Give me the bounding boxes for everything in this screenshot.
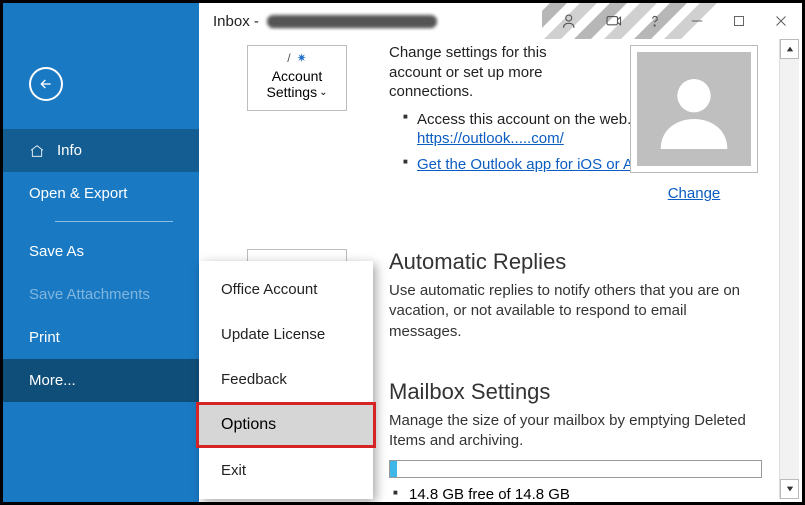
sidebar-item-label: Print — [29, 329, 60, 346]
scroll-down-button[interactable] — [780, 479, 799, 499]
mailbox-settings-heading: Mailbox Settings — [389, 379, 762, 405]
titlebar: Inbox - — [3, 3, 802, 39]
sidebar-divider — [55, 221, 173, 222]
avatar-placeholder-icon — [637, 52, 751, 166]
change-photo-link[interactable]: Change — [668, 185, 721, 202]
mailbox-usage-fill — [390, 461, 397, 477]
back-arrow-icon — [29, 67, 63, 101]
minimize-button[interactable] — [676, 3, 718, 39]
window-title-redacted — [267, 15, 437, 28]
account-web-link[interactable]: https://outlook.....com/ — [417, 130, 564, 147]
account-info-item-text: Access this account on the web. — [417, 111, 631, 128]
account-settings-button[interactable]: /✷ Account Settings⌄ — [247, 45, 347, 111]
automatic-replies-section: Automatic Replies Use automatic replies … — [389, 249, 762, 342]
flyout-item-options-highlight: Options — [196, 402, 376, 448]
window-title-text: Inbox - — [213, 13, 259, 30]
sidebar-item-open-export[interactable]: Open & Export — [3, 172, 199, 215]
flyout-item-update-license[interactable]: Update License — [199, 312, 373, 357]
titlebar-sidebar-extension — [3, 3, 199, 39]
window-title: Inbox - — [199, 13, 437, 30]
sidebar-item-label: Save Attachments — [29, 286, 150, 303]
sidebar-item-label: Save As — [29, 243, 84, 260]
account-info-description: Change settings for this account or set … — [389, 43, 569, 102]
sidebar-item-info[interactable]: Info — [3, 129, 199, 172]
mailbox-free-text: 14.8 GB free of 14.8 GB — [389, 486, 762, 503]
sidebar-item-label: Open & Export — [29, 185, 127, 202]
maximize-button[interactable] — [718, 3, 760, 39]
home-icon — [29, 143, 45, 159]
flyout-item-exit[interactable]: Exit — [199, 448, 373, 493]
chevron-down-icon: ⌄ — [319, 87, 327, 98]
account-settings-label2: Settings — [267, 84, 318, 100]
coming-soon-icon[interactable] — [550, 3, 592, 39]
backstage-sidebar: Info Open & Export Save As Save Attachme… — [3, 39, 199, 502]
account-settings-label1: Account — [248, 68, 346, 84]
sidebar-item-print[interactable]: Print — [3, 316, 199, 359]
notify-icon[interactable] — [592, 3, 634, 39]
sidebar-item-save-attachments: Save Attachments — [3, 273, 199, 316]
mailbox-usage-bar — [389, 460, 762, 478]
mailbox-settings-body: Manage the size of your mailbox by empty… — [389, 411, 762, 452]
help-icon[interactable] — [634, 3, 676, 39]
flyout-item-feedback[interactable]: Feedback — [199, 357, 373, 402]
sidebar-item-more[interactable]: More... — [3, 359, 199, 402]
account-avatar-box: Change — [626, 45, 762, 203]
flyout-item-office-account[interactable]: Office Account — [199, 267, 373, 312]
titlebar-controls — [550, 3, 802, 39]
scroll-up-button[interactable] — [780, 39, 799, 59]
back-button[interactable] — [3, 39, 199, 129]
mailbox-settings-section: Mailbox Settings Manage the size of your… — [389, 379, 762, 502]
sidebar-item-label: More... — [29, 372, 76, 389]
sidebar-item-label: Info — [57, 142, 82, 159]
sidebar-item-save-as[interactable]: Save As — [3, 230, 199, 273]
vertical-scrollbar[interactable] — [779, 39, 799, 499]
more-flyout-menu: Office Account Update License Feedback O… — [199, 261, 373, 499]
automatic-replies-heading: Automatic Replies — [389, 249, 762, 275]
avatar-frame — [630, 45, 758, 173]
flyout-item-options[interactable]: Options — [199, 405, 373, 445]
account-settings-icon: /✷ — [248, 52, 346, 66]
close-button[interactable] — [760, 3, 802, 39]
automatic-replies-body: Use automatic replies to notify others t… — [389, 281, 762, 342]
